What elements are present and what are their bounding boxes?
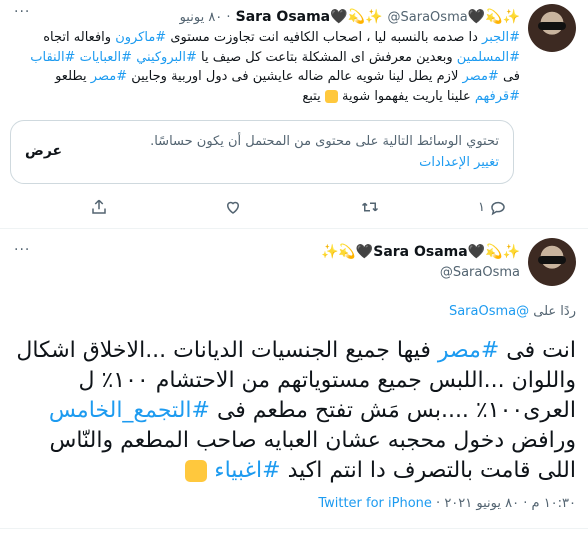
share-button[interactable] xyxy=(90,197,108,217)
retweet-button[interactable] xyxy=(360,197,380,217)
hashtag-link[interactable]: #مصر xyxy=(463,69,499,84)
view-button[interactable]: عرض xyxy=(25,143,62,159)
hashtag-link[interactable]: #مصر xyxy=(91,69,127,84)
pointing-hand-icon xyxy=(324,89,338,103)
tweet-text: #الجبر دا صدمه بالنسبه ليا ، اصحاب الكاف… xyxy=(15,28,520,106)
author-handle[interactable]: @SaraOsma xyxy=(388,10,468,25)
tweet-text-fragment: انت فى xyxy=(499,338,576,363)
tweet-text-fragment: يطلعو xyxy=(55,69,91,84)
hashtag-link[interactable]: #قرفهم xyxy=(475,89,520,104)
reply-button[interactable]: ١ xyxy=(478,197,507,217)
hashtag-link[interactable]: #مصر xyxy=(438,338,499,363)
replying-prefix: ردًا على xyxy=(533,304,576,319)
tweet-meta: ١٠:٣٠ م · ٨٠ يونيو ٢٠٢١ · Twitter for iP… xyxy=(318,496,576,511)
tweet-text-fragment: وبعدين معرفش اى المشكلة بتاعت كل صيف يا xyxy=(196,49,457,65)
hashtag-link[interactable]: #المسلمين xyxy=(457,50,520,65)
author-name[interactable]: ✨💫🖤Sara Osama🖤💫✨ xyxy=(236,9,520,25)
tweet-header: ✨💫🖤Sara Osama🖤💫✨ @SaraOsma · ٨٠ يونيو xyxy=(179,9,520,25)
like-icon xyxy=(226,201,240,214)
thumbs-up-icon xyxy=(185,460,208,482)
reply-icon xyxy=(491,201,505,216)
tweet-text-fragment: وافعاله اتجاه xyxy=(43,30,116,45)
retweet-icon xyxy=(361,202,379,212)
hashtag-link[interactable]: #الجبر xyxy=(482,30,520,45)
author-name[interactable]: ✨💫🖤Sara Osama🖤💫✨ xyxy=(321,244,520,260)
tweet-date[interactable]: ٨٠ يونيو ٢٠٢١ xyxy=(444,496,519,511)
hashtag-link[interactable]: #ماكرون xyxy=(115,30,166,45)
avatar[interactable] xyxy=(528,238,576,286)
share-icon xyxy=(92,199,106,214)
hashtag-link[interactable]: #النقاب xyxy=(30,50,75,65)
hashtag-link[interactable]: #العبايات xyxy=(80,50,132,65)
divider xyxy=(0,528,588,529)
hashtag-link[interactable]: #التجمع_الخامس xyxy=(49,398,210,423)
tweet-text-fragment: ورافض دخول محجبه عشان العبايه صاحب المطع… xyxy=(49,428,576,483)
tweet-time[interactable]: ١٠:٣٠ م xyxy=(532,496,577,511)
hashtag-link[interactable]: #اغبياء xyxy=(214,458,280,483)
hashtag-link[interactable]: #البروكيني xyxy=(136,50,197,65)
tweet-source[interactable]: Twitter for iPhone xyxy=(318,496,432,511)
tweet-text-fragment: لازم يطل لينا شويه عالم ضاله عايشين فى د… xyxy=(127,69,463,84)
more-icon[interactable]: ··· xyxy=(14,4,30,20)
tweet-date[interactable]: ٨٠ يونيو xyxy=(180,10,223,25)
author-handle[interactable]: @SaraOsma xyxy=(440,265,520,280)
replying-to: ردًا على @SaraOsma xyxy=(449,304,576,319)
reply-count: ١ xyxy=(478,199,485,215)
tweet-text-fragment: دا صدمه بالنسبه ليا ، اصحاب الكافيه انت … xyxy=(166,30,483,45)
change-settings-link[interactable]: تغيير الإعدادات xyxy=(419,155,499,170)
tweet-text: انت فى #مصر فيها جميع الجنسيات الديانات … xyxy=(10,336,576,486)
sensitive-media-text: تحتوي الوسائط التالية على محتوى من المحت… xyxy=(150,134,499,149)
more-icon[interactable]: ··· xyxy=(14,242,30,258)
avatar[interactable] xyxy=(528,4,576,52)
replying-handle[interactable]: @SaraOsma xyxy=(449,304,529,319)
divider xyxy=(0,228,588,229)
follow-label: يتبع xyxy=(302,88,325,104)
like-button[interactable] xyxy=(224,197,242,217)
sensitive-media-notice: تحتوي الوسائط التالية على محتوى من المحت… xyxy=(10,120,514,184)
tweet-text-fragment: علينا ياريت يفهموا شوية xyxy=(337,88,475,104)
tweet-text-fragment: فى xyxy=(498,69,520,84)
